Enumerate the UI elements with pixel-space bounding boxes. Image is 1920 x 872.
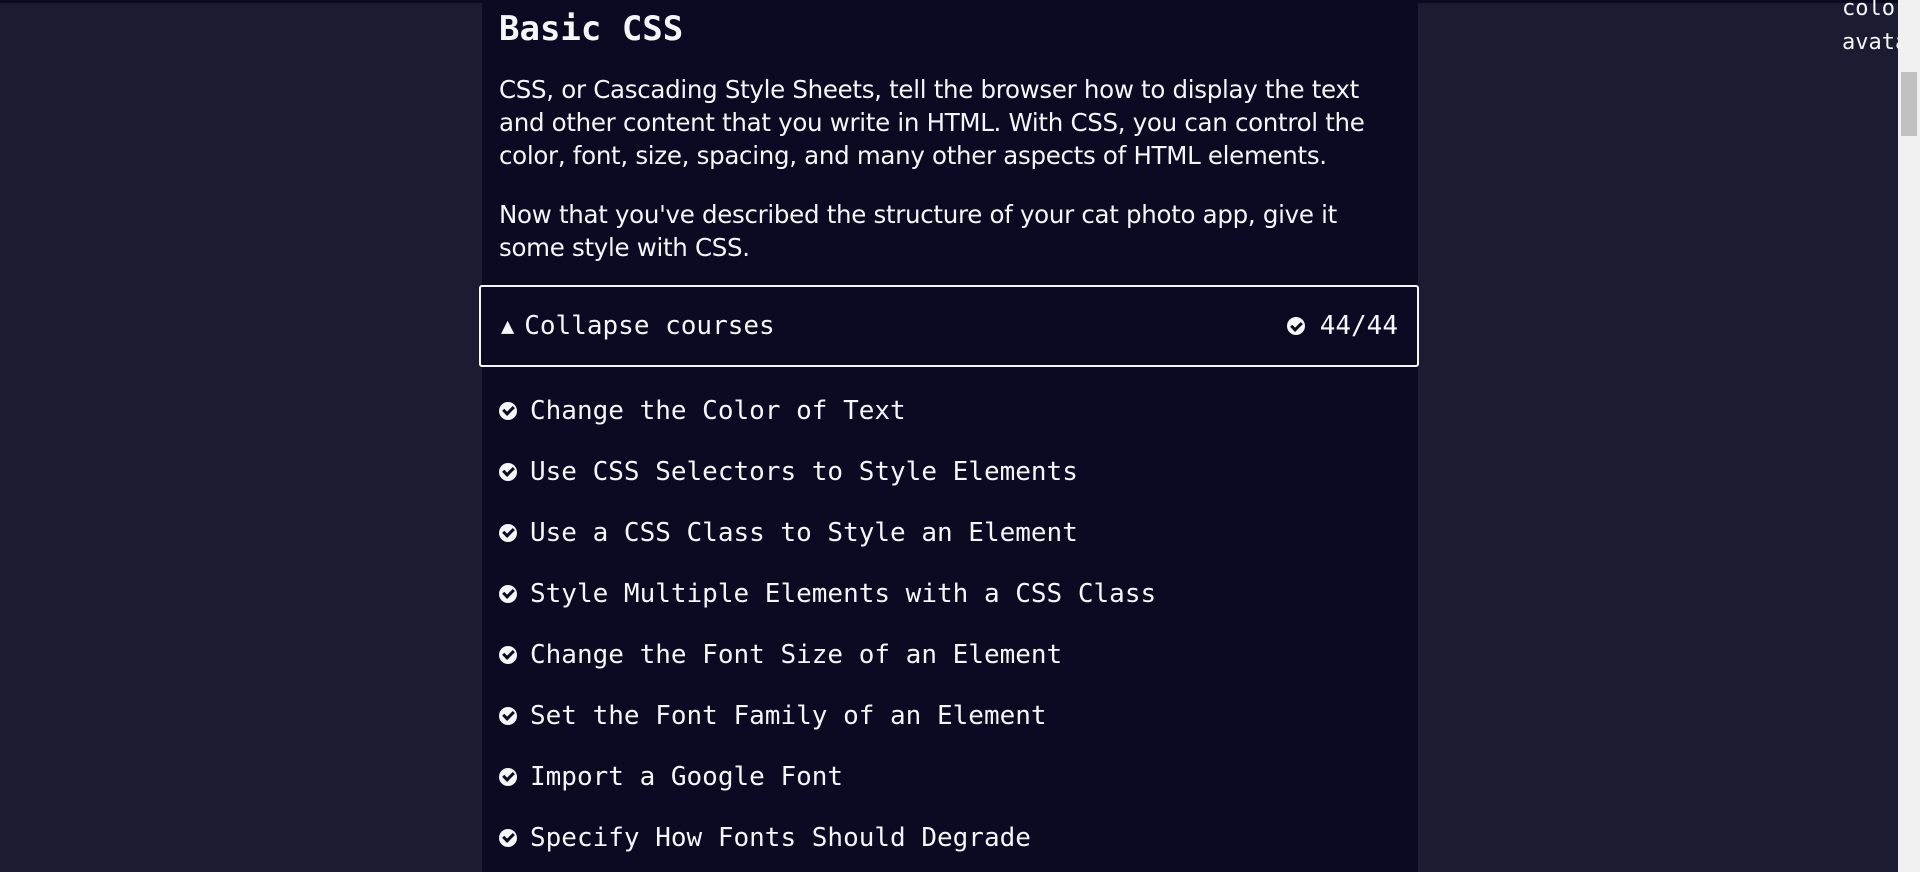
course-title: Set the Font Family of an Element (530, 700, 1047, 731)
section-intro-paragraph: CSS, or Cascading Style Sheets, tell the… (499, 75, 1365, 170)
curriculum-panel: Basic CSS CSS, or Cascading Style Sheets… (479, 0, 1419, 872)
course-title: Use a CSS Class to Style an Element (530, 517, 1078, 548)
check-circle-icon (499, 401, 517, 420)
course-title: Style Multiple Elements with a CSS Class (530, 578, 1157, 609)
check-circle-icon (499, 828, 517, 847)
check-circle-icon (499, 584, 517, 603)
check-circle-icon (1286, 317, 1305, 335)
section-intro-paragraph-2: Now that you've described the structure … (499, 200, 1337, 262)
check-circle-icon (499, 523, 517, 542)
check-circle-icon (499, 706, 517, 725)
course-item[interactable]: Set the Font Family of an Element (499, 685, 1156, 746)
check-circle-icon (499, 462, 517, 481)
check-circle-icon (499, 767, 517, 786)
course-item[interactable]: Change the Color of Text (499, 380, 1156, 441)
code-line: colo (1842, 0, 1895, 21)
triangle-up-icon: ▲ (501, 313, 515, 339)
check-circle-icon (499, 645, 517, 664)
course-item[interactable]: Use CSS Selectors to Style Elements (499, 441, 1156, 502)
course-item[interactable]: Change the Font Size of an Element (499, 624, 1156, 685)
course-list: Change the Color of Text Use CSS Selecto… (499, 380, 1156, 868)
course-item[interactable]: Use a CSS Class to Style an Element (499, 502, 1156, 563)
course-title: Change the Color of Text (530, 395, 906, 426)
course-item[interactable]: Import a Google Font (499, 746, 1156, 807)
section-title: Basic CSS (499, 9, 684, 49)
vertical-scrollbar[interactable] (1898, 0, 1920, 872)
course-title: Import a Google Font (530, 761, 844, 792)
course-title: Specify How Fonts Should Degrade (530, 822, 1031, 853)
progress-indicator: 44/44 (1286, 311, 1398, 341)
scrollbar-thumb[interactable] (1901, 72, 1917, 136)
course-title: Change the Font Size of an Element (530, 639, 1063, 670)
course-item[interactable]: Style Multiple Elements with a CSS Class (499, 563, 1156, 624)
course-item[interactable]: Specify How Fonts Should Degrade (499, 807, 1156, 868)
collapse-courses-label: Collapse courses (524, 311, 775, 341)
collapse-courses-button[interactable]: ▲ Collapse courses 44/44 (479, 285, 1419, 367)
course-title: Use CSS Selectors to Style Elements (530, 456, 1078, 487)
progress-count: 44/44 (1319, 311, 1398, 341)
